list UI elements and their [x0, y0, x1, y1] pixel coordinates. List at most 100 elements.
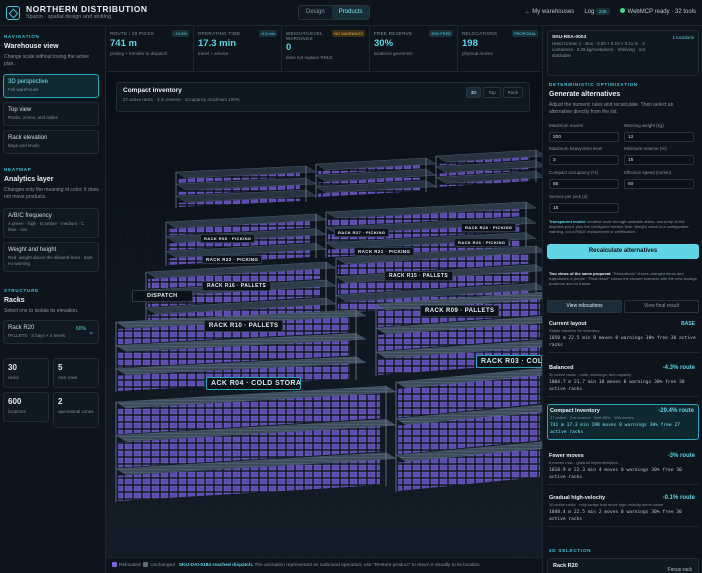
app-logo-icon — [6, 6, 20, 20]
stat-label: locations — [8, 409, 26, 414]
relocated-swatch-icon — [112, 562, 117, 567]
app-title: NORTHERN DISTRIBUTION — [26, 4, 148, 14]
field-label: Minimum reserve (%) — [624, 146, 667, 151]
structure-title: Racks — [4, 297, 25, 304]
warehouse-3d-render — [106, 72, 542, 573]
rack-label[interactable]: RACK R16 · PALLETS — [202, 281, 272, 291]
stat-locations: 600 locations — [3, 392, 49, 422]
rack-label[interactable]: RACK R08 · PICKING — [200, 234, 256, 243]
rack-label[interactable]: RACK R28 · PICKING — [461, 223, 517, 232]
app-subtitle: Spacio · spatial design and slotting — [26, 14, 111, 20]
kpi-sub: locations geometric — [374, 51, 413, 56]
view-option-label: 3D perspective — [8, 79, 49, 85]
rack-label[interactable]: ACK R04 · COLD STORAGE — [206, 377, 301, 390]
alternative-fewer-moves[interactable]: Fewer moves 8 moves max · gradual implem… — [547, 450, 699, 485]
log-count-badge: 246 — [596, 7, 610, 15]
dispatch-label[interactable]: DISPATCH — [132, 290, 193, 302]
warning-weight-input[interactable]: 12 — [624, 132, 694, 142]
view-buttons: 3D Top Rack — [465, 87, 523, 98]
stat-value: 600 — [8, 397, 22, 406]
model-note: Transparent model: shortest route throug… — [549, 219, 697, 234]
kpi-value: 17.3 min — [198, 38, 237, 49]
heavy-level-input[interactable]: 3 — [549, 155, 619, 165]
rack-label[interactable]: RACK R21 · PICKING — [354, 247, 415, 256]
right-panel: SKU-REA-0004 Hand Cream 1 · Box · 0.20 ×… — [542, 26, 702, 573]
alt-desc: Stable baseline for inventory — [549, 328, 600, 333]
kpi-relocations: RELOCATIONS PROPOSAL 198 physical moves — [458, 26, 542, 72]
stat-racks: 30 racks — [3, 358, 49, 388]
stat-rack-rows: 5 rack rows — [53, 358, 99, 388]
effective-speed-input[interactable]: 60 — [624, 179, 694, 189]
kpi-value: 30% — [374, 38, 394, 49]
min-reserve-input[interactable]: 15 — [624, 155, 694, 165]
rack-label[interactable]: RACK R22 · PICKING — [202, 255, 263, 264]
view-3d-button[interactable]: 3D — [465, 87, 482, 98]
view-option-top[interactable]: Top view Racks, zones, and aisles — [3, 102, 99, 126]
rack-label[interactable]: RACK R26 · PICKING — [454, 238, 510, 247]
view-option-desc: Full warehouse — [8, 87, 39, 92]
selection-section-label: 3D SELECTION — [549, 548, 592, 553]
recalculate-button[interactable]: Recalculate alternatives — [547, 244, 699, 259]
alt-desc: 8 moves max · gradual implementation — [549, 460, 618, 465]
rack-select-detail: PALLETS · 3 bays × 4 levels — [8, 333, 66, 338]
log-button[interactable]: Log 246 — [584, 7, 610, 15]
tab-view-final-result[interactable]: View final result — [624, 300, 699, 313]
alt-metrics: 1050 m 22.5 min 0 moves 0 warnings 30% f… — [549, 336, 696, 348]
stat-value: 2 — [58, 397, 63, 406]
compact-occupancy-input[interactable]: 85 — [549, 179, 619, 189]
kpi-sub: travel + service — [198, 51, 229, 56]
nav-title: Warehouse view — [4, 43, 59, 50]
nav-section-label: NAVIGATION — [4, 34, 40, 39]
rack-label[interactable]: RACK R15 · PALLETS — [384, 271, 454, 281]
status-indicator: WebMCP ready · 32 tools — [619, 8, 696, 15]
view-top-button[interactable]: Top — [483, 87, 501, 98]
max-moves-input[interactable]: 200 — [549, 132, 619, 142]
rack-label[interactable]: RACK R09 · PALLETS — [420, 305, 500, 317]
view-option-3d[interactable]: 3D perspective Full warehouse — [3, 74, 99, 98]
scene-footer: Relocated Unchanged SKU-DAI-0184 reached… — [106, 557, 542, 573]
sku-card: SKU-REA-0004 Hand Cream 1 · Box · 0.20 ×… — [547, 30, 699, 76]
stat-label: racks — [8, 375, 19, 380]
tab-view-relocations[interactable]: View relocations — [547, 300, 622, 313]
rack-label[interactable]: RACK R27 · PICKING — [334, 228, 390, 237]
view-rack-button[interactable]: Rack — [502, 87, 523, 98]
alt-result: -29.4% route — [658, 408, 694, 414]
alternative-gradual-high-velocity[interactable]: Gradual high-velocity 30 active racks · … — [547, 492, 699, 527]
kpi-time: OPERATING TIME -9.3 min 17.3 min travel + … — [194, 26, 282, 72]
mode-tabs: Design Products — [298, 5, 371, 20]
alternative-compact-inventory[interactable]: Compact inventory 27 active · 3 m reserv… — [547, 404, 699, 440]
selected-rack: Rack R20 — [553, 563, 578, 569]
my-warehouses-link[interactable]: ← My warehouses — [525, 9, 575, 15]
selection-card: Rack R20 Focus rack — [547, 558, 699, 573]
focus-rack-button[interactable]: Focus rack — [668, 567, 692, 573]
field-label: Effective speed (m/min) — [624, 170, 672, 175]
kpi-strip: ROUTE / 20 PICKS -19.6% 741 m picking + tr… — [106, 26, 542, 72]
kpi-tag: PROPOSAL — [511, 30, 538, 37]
tab-design[interactable]: Design — [299, 6, 332, 19]
scenario-header: Compact inventory 27 active racks · 3 m … — [116, 82, 530, 112]
alternative-balanced[interactable]: Balanced 30 active racks · route, warnin… — [547, 362, 699, 397]
alt-result: -3% route — [667, 453, 695, 459]
top-bar: NORTHERN DISTRIBUTION Spacio · spatial d… — [0, 0, 702, 26]
optimizer-title: Generate alternatives — [549, 91, 621, 98]
kpi-tag: NO WARNINGS — [332, 30, 365, 37]
service-per-pick-input[interactable]: 15 — [549, 203, 619, 213]
rack-select[interactable]: Rack R20 PALLETS · 3 bays × 4 levels 60%… — [3, 320, 99, 344]
structure-description: Select one to isolate its elevation. — [4, 308, 79, 314]
warehouse-3d-viewport[interactable]: Compact inventory 27 active racks · 3 m … — [106, 72, 542, 573]
heatmap-description: Changes only the meaning of color; it do… — [4, 187, 99, 200]
layer-option-abc[interactable]: A/B/C frequency A green · high · B amber… — [3, 208, 99, 238]
kpi-value: 741 m — [110, 38, 137, 49]
rack-label[interactable]: RACK R10 · PALLETS — [204, 320, 284, 332]
rack-label[interactable]: RACK R03 · COLD STORAGE — [476, 355, 542, 368]
heatmap-section-label: HEATMAP — [4, 167, 32, 172]
structure-section-label: STRUCTURE — [4, 288, 39, 293]
layer-option-weight[interactable]: Weight and height Red: weight above the … — [3, 242, 99, 272]
tab-products[interactable]: Products — [331, 6, 370, 19]
layer-option-desc: A green · high · B amber · medium · C bl… — [8, 221, 85, 232]
view-option-rack-elevation[interactable]: Rack elevation Bays and levels — [3, 130, 99, 154]
stat-value: 5 — [58, 363, 63, 372]
field-label: Maximum heavy-item level — [549, 146, 603, 151]
alternative-current-layout[interactable]: Current layout Stable baseline for inven… — [547, 318, 699, 353]
field-label: Compact occupancy (%) — [549, 170, 599, 175]
